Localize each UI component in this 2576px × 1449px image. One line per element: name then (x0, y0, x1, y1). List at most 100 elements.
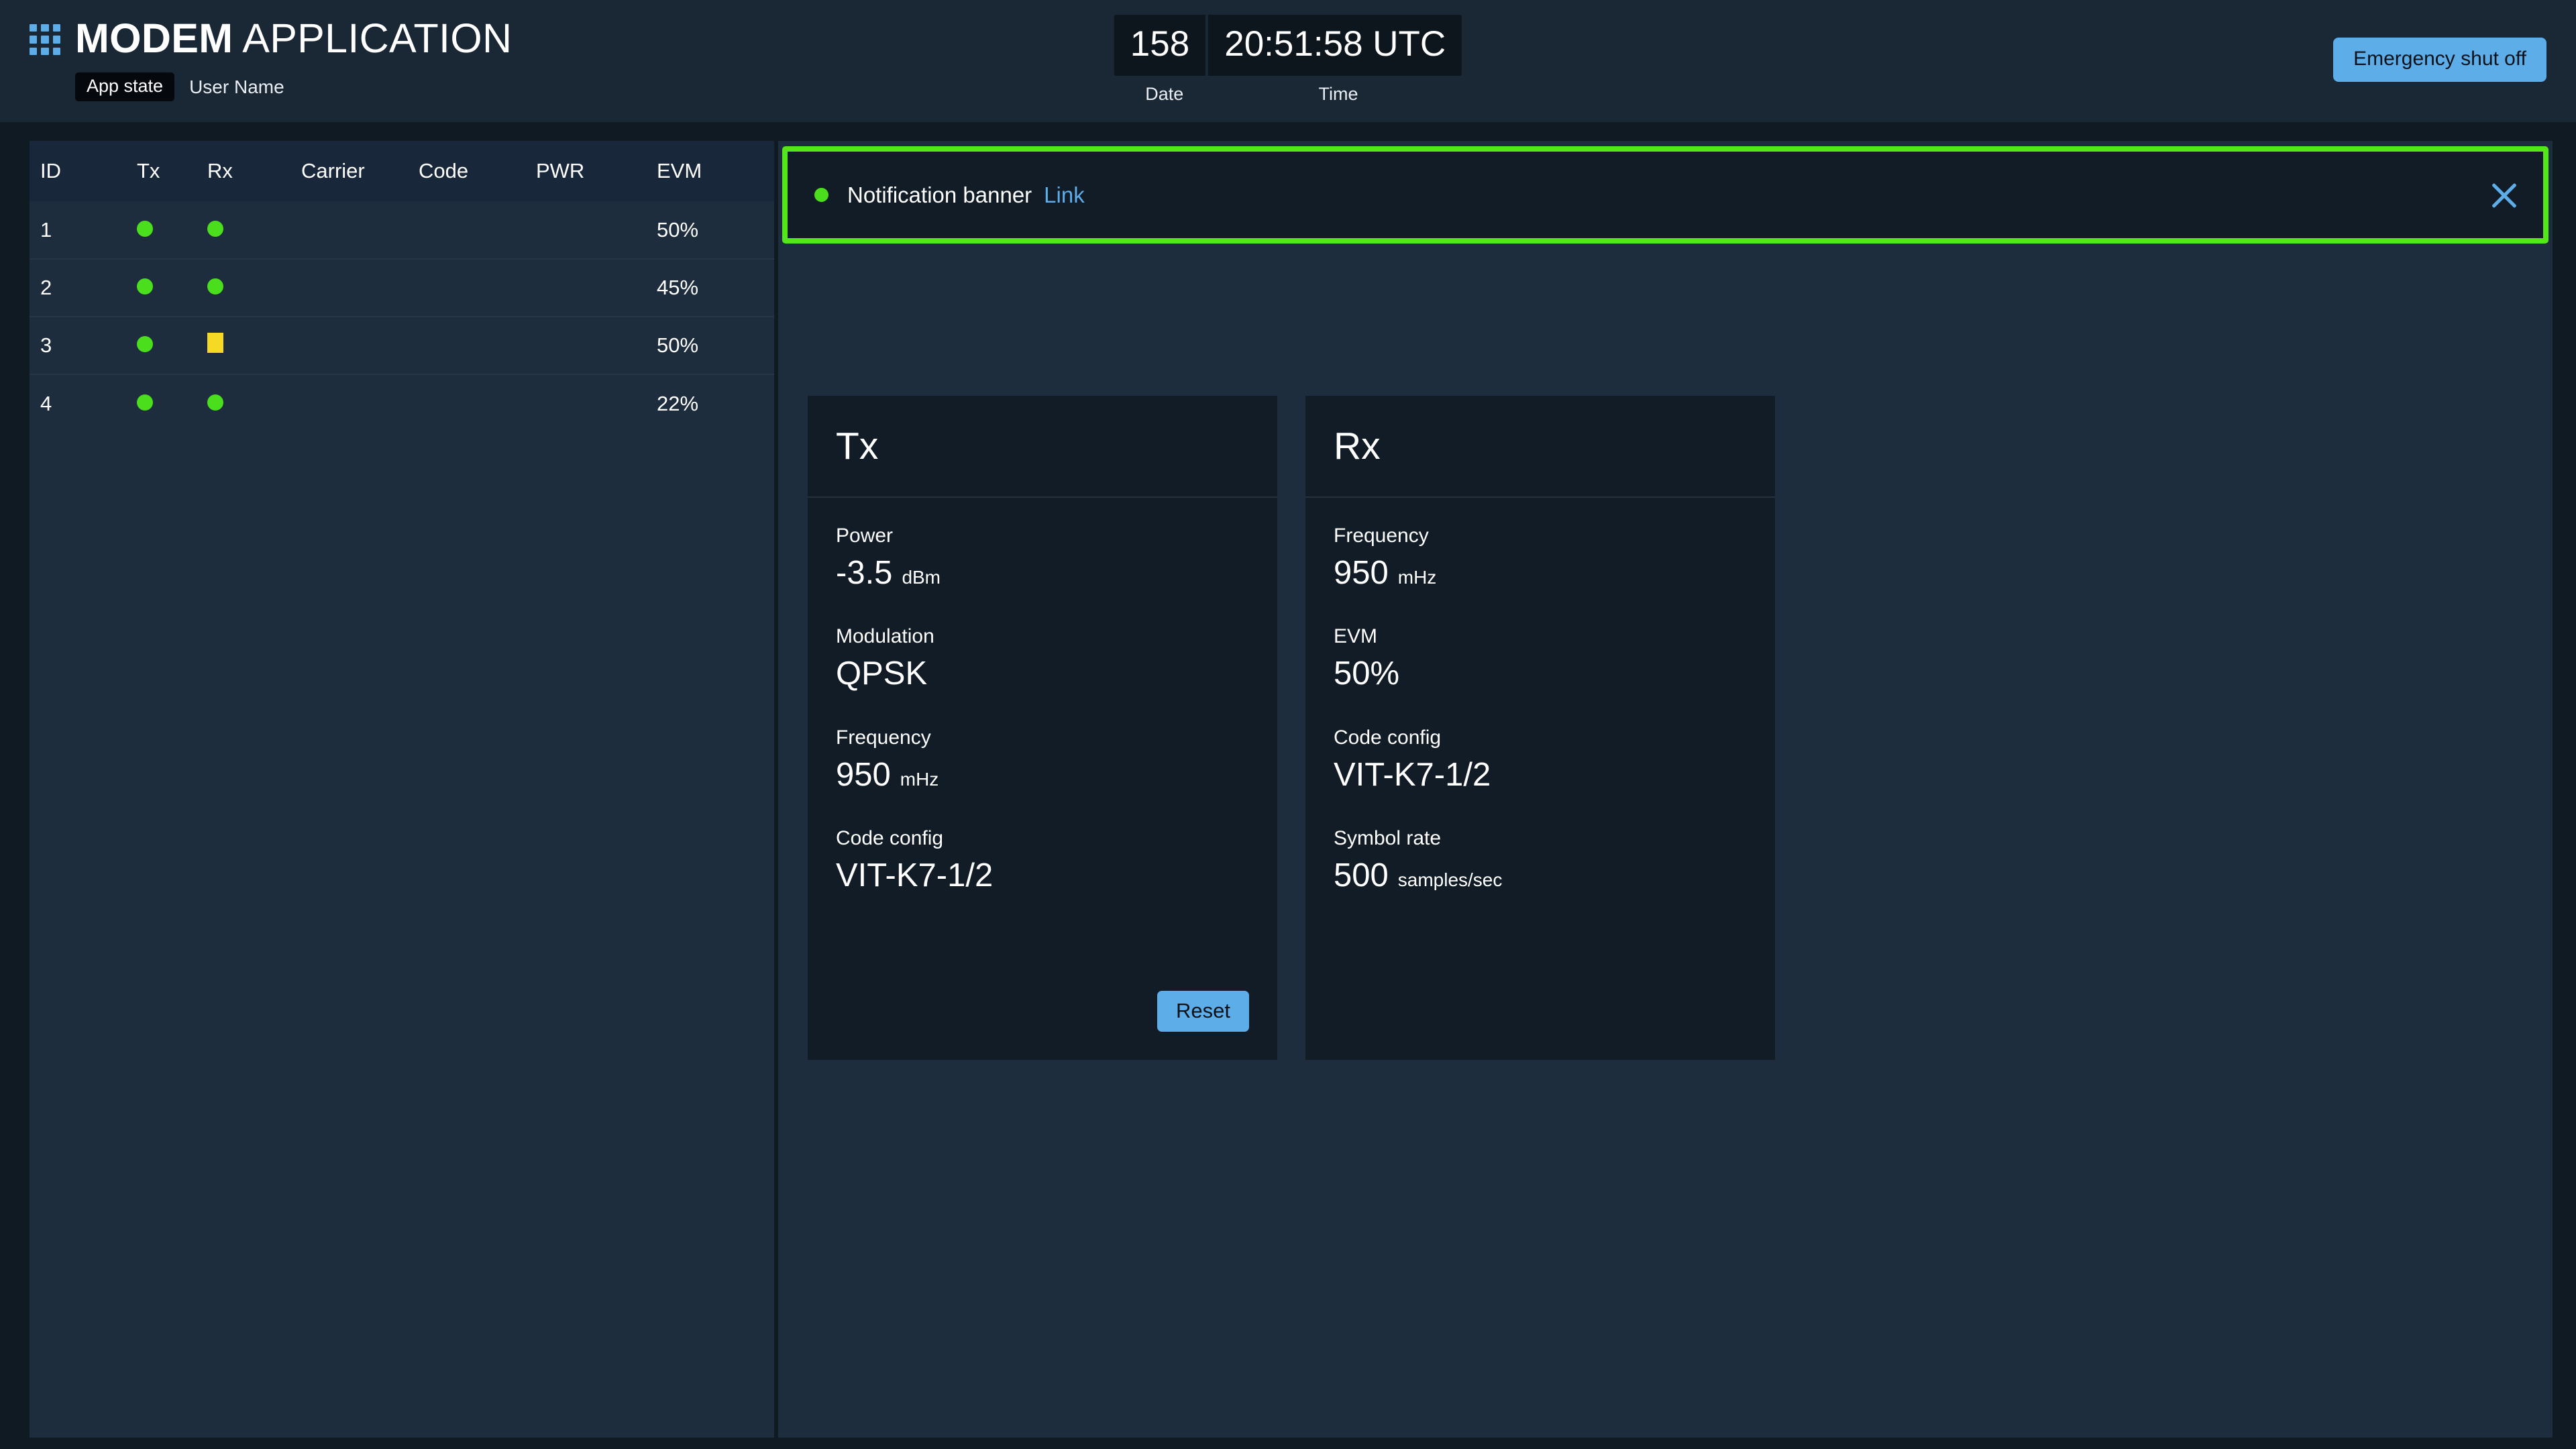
tx-field: Modulation QPSK (836, 627, 1249, 692)
cell-tx (137, 258, 207, 317)
tx-field-value-row: 950 mHz (836, 756, 1249, 794)
table-header: ID Tx Rx Carrier Code PWR EVM (30, 141, 774, 201)
rx-card-body: Frequency 950 mHz EVM 50% Code config VIT-K7-1… (1305, 498, 1775, 1060)
cell-tx (137, 201, 207, 259)
rx-field-value: VIT-K7-1/2 (1334, 756, 1491, 793)
rx-card-title: Rx (1334, 424, 1381, 468)
column-header-tx[interactable]: Tx (137, 141, 207, 201)
notification-banner: Notification banner Link (782, 146, 2548, 244)
rx-field: Symbol rate 500 samples/sec (1334, 828, 1747, 894)
grid-apps-icon[interactable] (30, 24, 60, 55)
rx-field-value: 950 (1334, 555, 1389, 591)
app-title-light: APPLICATION (233, 15, 513, 61)
rx-card: Rx Frequency 950 mHz EVM 50% Code config VIT-K… (1305, 396, 1775, 1060)
tx-card-header: Tx (808, 396, 1277, 498)
rx-card-header: Rx (1305, 396, 1775, 498)
tx-field-label: Frequency (836, 726, 931, 749)
column-header-pwr[interactable]: PWR (536, 141, 657, 201)
rx-field: Code config VIT-K7-1/2 (1334, 726, 1747, 794)
clock-date-value: 158 (1130, 24, 1190, 64)
rx-field-value: 50% (1334, 655, 1400, 692)
tx-card-title: Tx (836, 424, 879, 468)
cell-evm: 45% (657, 258, 774, 317)
tx-field-value: QPSK (836, 655, 928, 692)
rx-field-value-row: VIT-K7-1/2 (1334, 756, 1747, 794)
clock-labels: Date Time (1114, 84, 1462, 105)
body-area: ID Tx Rx Carrier Code PWR EVM 1 50% 2 45% 3 5… (0, 122, 2576, 1449)
tx-card-body: Power -3.5 dBm Modulation QPSK Frequency 950 mH… (808, 498, 1277, 1060)
page-title: MODEM APPLICATION (75, 15, 513, 61)
modem-cards: Tx Power -3.5 dBm Modulation QPSK Frequency 95… (808, 396, 1775, 1060)
cell-carrier (301, 374, 419, 432)
column-header-carrier[interactable]: Carrier (301, 141, 419, 201)
app-header: MODEM APPLICATION App state User Name 15… (0, 0, 2576, 122)
status-dot-icon (207, 394, 223, 411)
status-dot-icon (814, 188, 828, 202)
clock-date-label: Date (1145, 84, 1184, 104)
user-name-label: User Name (189, 76, 284, 97)
cell-rx (207, 316, 301, 374)
clock-time-label: Time (1318, 84, 1358, 104)
header-branding: MODEM APPLICATION App state User Name (30, 13, 512, 101)
tx-field-value-row: -3.5 dBm (836, 554, 1249, 592)
notification-banner-link[interactable]: Link (1044, 182, 1085, 208)
tx-field-value: -3.5 (836, 555, 893, 591)
cell-pwr (536, 258, 657, 317)
rx-field: Frequency 950 mHz (1334, 526, 1747, 592)
close-icon[interactable] (2485, 176, 2523, 214)
modem-table: ID Tx Rx Carrier Code PWR EVM 1 50% 2 45% 3 5… (30, 141, 774, 432)
status-dot-icon (207, 220, 223, 237)
cell-evm: 22% (657, 374, 774, 432)
rx-field-value-row: 950 mHz (1334, 554, 1747, 592)
cell-rx (207, 201, 301, 259)
cell-id: 4 (30, 374, 137, 432)
tx-field-label: Power (836, 525, 894, 547)
cell-carrier (301, 316, 419, 374)
tx-field-label: Modulation (836, 625, 934, 648)
reset-button[interactable]: Reset (1157, 991, 1249, 1032)
clock-time-value: 20:51:58 UTC (1224, 24, 1446, 64)
rx-field-label: Frequency (1334, 525, 1429, 547)
tx-field-value-row: VIT-K7-1/2 (836, 857, 1249, 894)
column-header-code[interactable]: Code (419, 141, 536, 201)
cell-rx (207, 374, 301, 432)
cell-evm: 50% (657, 217, 699, 241)
clock: 158 20:51:58 UTC Date Time (1114, 15, 1462, 105)
column-header-evm[interactable]: EVM (657, 141, 774, 201)
status-dot-icon (137, 278, 153, 294)
brand-row: MODEM APPLICATION (30, 13, 512, 63)
cell-pwr (536, 201, 657, 259)
cell-tx (137, 316, 207, 374)
column-header-id[interactable]: ID (30, 141, 137, 201)
cell-id: 3 (30, 316, 137, 374)
table-row[interactable]: 4 22% (30, 374, 774, 432)
table-row[interactable]: 3 50% (30, 316, 774, 374)
table-row[interactable]: 1 50% (30, 201, 774, 259)
tx-field: Frequency 950 mHz (836, 726, 1249, 794)
rx-field-unit: mHz (1397, 567, 1437, 588)
notification-banner-text: Notification banner (847, 182, 1032, 207)
rx-field-unit: samples/sec (1397, 869, 1503, 891)
table-row[interactable]: 2 45% (30, 258, 774, 317)
tx-field: Code config VIT-K7-1/2 (836, 828, 1249, 894)
tx-field-unit: dBm (902, 567, 941, 588)
emergency-shut-off-button[interactable]: Emergency shut off (2333, 38, 2546, 82)
tx-field-value-row: QPSK (836, 655, 1249, 692)
tx-field-unit: mHz (900, 768, 939, 790)
cell-evm: 50% (657, 316, 774, 374)
table-body: 1 50% 2 45% 3 50% 4 22% (30, 201, 774, 432)
rx-field-value: 500 (1334, 857, 1389, 894)
cell-code (419, 316, 536, 374)
clock-boxes: 158 20:51:58 UTC (1114, 15, 1462, 76)
rx-field-value-row: 50% (1334, 655, 1747, 692)
rx-field-label: Code config (1334, 726, 1442, 749)
status-dot-icon (137, 394, 153, 411)
tx-field-label: Code config (836, 827, 944, 850)
tx-card: Tx Power -3.5 dBm Modulation QPSK Frequency 95… (808, 396, 1277, 1060)
rx-field: EVM 50% (1334, 627, 1747, 692)
column-header-rx[interactable]: Rx (207, 141, 301, 201)
cell-code (419, 201, 536, 259)
tx-field-value: VIT-K7-1/2 (836, 857, 994, 894)
status-dot-icon (137, 336, 153, 352)
cell-rx (207, 258, 301, 317)
